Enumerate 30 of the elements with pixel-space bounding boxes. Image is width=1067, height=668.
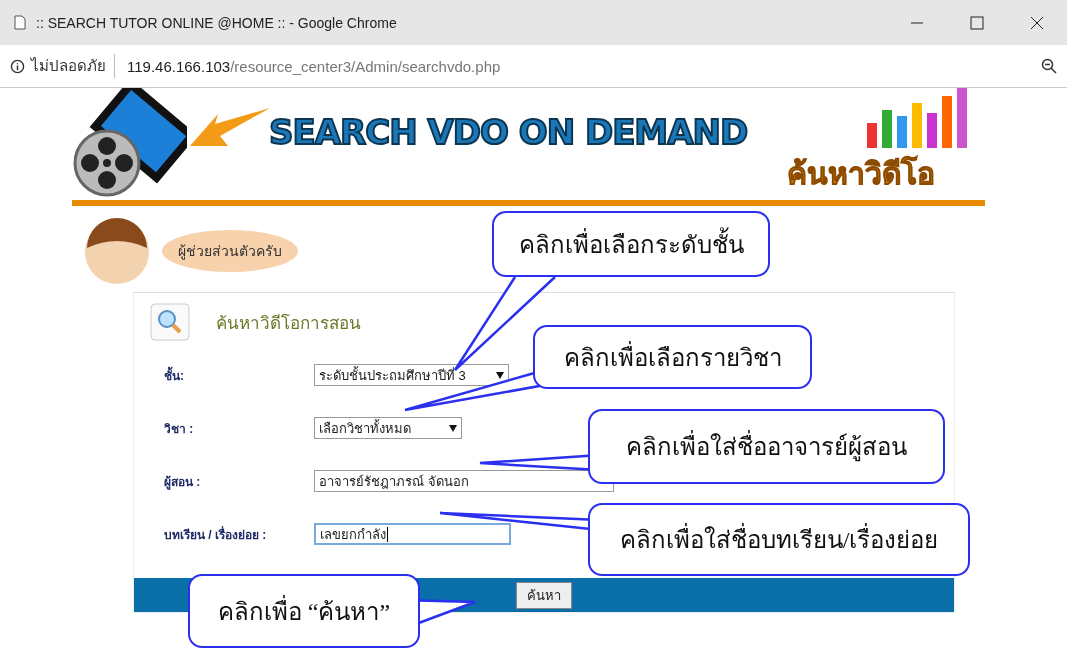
speech-bubble: ผู้ช่วยส่วนตัวครับ	[162, 230, 298, 272]
security-label[interactable]: ไม่ปลอดภัย	[31, 54, 115, 78]
page-icon	[14, 15, 26, 30]
search-button[interactable]: ค้นหา	[516, 581, 572, 609]
dropdown-value: เลือกวิชาทั้งหมด	[319, 418, 412, 438]
field-label: ชั้น:	[164, 365, 185, 385]
input-field[interactable]: อาจารย์รัชฎาภรณ์ จัดนอก	[314, 470, 614, 492]
dropdown-arrow-icon[interactable]	[496, 371, 504, 379]
url-text[interactable]: 119.46.166.103/resource_center3/Admin/searchvdo.php	[121, 57, 501, 75]
search-icon	[150, 303, 190, 341]
callout: คลิกเพื่อเลือกระดับชั้น	[492, 211, 770, 277]
address-bar[interactable]: ไม่ปลอดภัย 119.46.166.103/resource_center3/Admin/searchvdo.php	[0, 45, 1067, 88]
input-field[interactable]: เลขยกกำลัง	[314, 523, 511, 545]
dropdown-value: ระดับชั้นประถมศึกษาปีที่ 3	[319, 365, 467, 385]
callout: คลิกเพื่อ “ค้นหา”	[188, 574, 420, 648]
dropdown[interactable]: เลือกวิชาทั้งหมด	[314, 417, 462, 439]
field-label: ผู้สอน :	[164, 473, 202, 491]
info-icon[interactable]	[10, 58, 25, 74]
banner-title: SEARCH VDO ON DEMAND	[269, 112, 748, 152]
dropdown[interactable]: ระดับชั้นประถมศึกษาปีที่ 3	[314, 364, 509, 386]
callout: คลิกเพื่อใส่ชื่ออาจารย์ผู้สอน	[588, 409, 945, 484]
banner-subtitle: ค้นหาวิดีโอ	[787, 155, 935, 193]
callout: คลิกเพื่อใส่ชื่อบทเรียน/เรื่องย่อย	[588, 503, 970, 576]
dropdown-arrow-icon[interactable]	[449, 424, 457, 432]
field-label: วิชา :	[164, 420, 195, 438]
form-heading: ค้นหาวิดีโอการสอน	[216, 312, 361, 335]
field-label: บทเรียน / เรื่องย่อย :	[164, 525, 268, 544]
callout: คลิกเพื่อเลือกรายวิชา	[533, 325, 812, 389]
window-title: :: SEARCH TUTOR ONLINE @HOME :: - Google Chrome	[36, 14, 397, 31]
zoom-icon[interactable]	[1041, 58, 1057, 74]
